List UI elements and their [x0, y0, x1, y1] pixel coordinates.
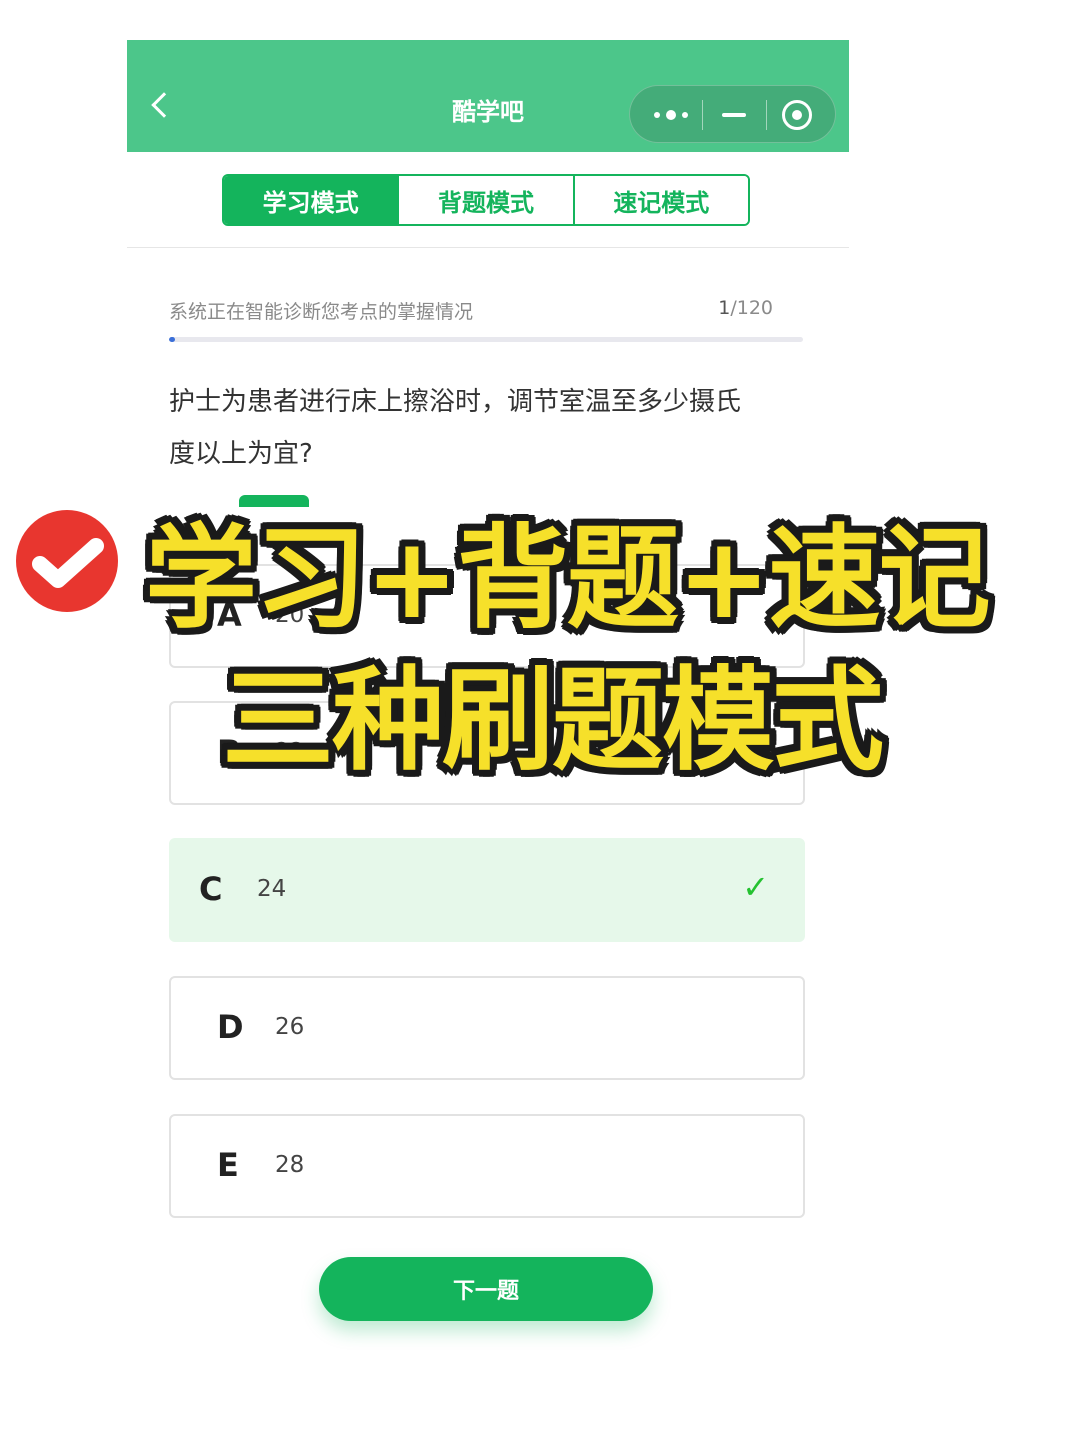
promo-overlay: 学习+背题+速记 三种刷题模式: [0, 0, 1080, 1440]
promo-headline: 学习+背题+速记: [145, 514, 991, 644]
promo-subheadline: 三种刷题模式: [222, 656, 884, 786]
